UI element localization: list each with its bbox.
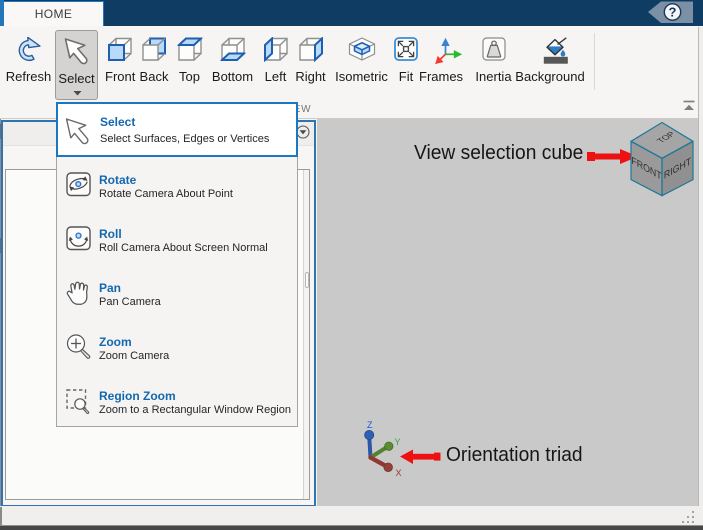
- svg-text:X: X: [396, 468, 402, 478]
- svg-text:Z: Z: [367, 420, 373, 430]
- svg-text:Y: Y: [395, 437, 401, 447]
- svg-text:?: ?: [669, 5, 677, 20]
